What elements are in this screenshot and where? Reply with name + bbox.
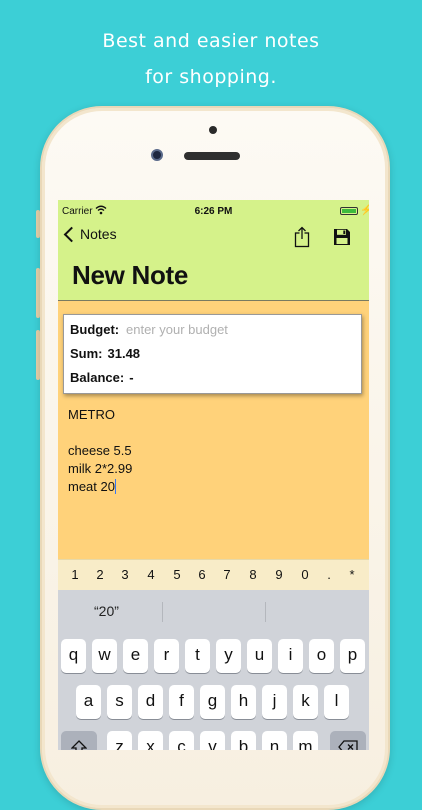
key-n[interactable]: n	[262, 731, 287, 750]
keyboard: “20” q w e r t y u i o p a s d f g h j k…	[58, 590, 369, 750]
key-f[interactable]: f	[169, 685, 194, 719]
suggestion-divider	[265, 602, 266, 622]
note-line	[68, 424, 358, 442]
number-key[interactable]: 2	[93, 567, 107, 582]
decimal-key[interactable]: .	[322, 567, 336, 582]
text-caret	[114, 479, 117, 494]
number-key[interactable]: 3	[118, 567, 132, 582]
key-o[interactable]: o	[309, 639, 334, 673]
earpiece-speaker	[184, 152, 240, 160]
chevron-left-icon	[63, 226, 80, 243]
note-line: cheese 5.5	[68, 443, 132, 458]
backspace-icon	[338, 740, 358, 750]
number-key[interactable]: 6	[195, 567, 209, 582]
number-key[interactable]: 9	[272, 567, 286, 582]
back-button[interactable]: Notes	[63, 226, 117, 243]
note-line: METRO	[68, 407, 115, 422]
number-key[interactable]: 7	[220, 567, 234, 582]
suggestion-divider	[162, 602, 163, 622]
key-u[interactable]: u	[247, 639, 272, 673]
key-a[interactable]: a	[76, 685, 101, 719]
suggestion-item[interactable]: “20”	[94, 603, 119, 619]
charging-bolt-icon: ⚡	[360, 205, 369, 216]
key-d[interactable]: d	[138, 685, 163, 719]
budget-summary-card: Budget: Sum: 31.48 Balance:-	[63, 314, 362, 394]
key-r[interactable]: r	[154, 639, 179, 673]
balance-value: -	[129, 370, 134, 385]
budget-input[interactable]	[126, 319, 326, 339]
key-i[interactable]: i	[278, 639, 303, 673]
back-button-label: Notes	[80, 226, 117, 242]
key-g[interactable]: g	[200, 685, 225, 719]
proximity-sensor	[209, 126, 217, 134]
battery-icon	[340, 207, 358, 215]
key-p[interactable]: p	[340, 639, 365, 673]
balance-label: Balance:	[70, 370, 125, 385]
key-t[interactable]: t	[185, 639, 210, 673]
status-bar: Carrier 6:26 PM ⚡	[58, 205, 369, 219]
front-camera	[151, 149, 163, 161]
key-s[interactable]: s	[107, 685, 132, 719]
key-b[interactable]: b	[231, 731, 256, 750]
key-m[interactable]: m	[293, 731, 318, 750]
note-line: meat 20	[68, 479, 115, 494]
note-line-last: meat 20	[68, 478, 358, 496]
key-v[interactable]: v	[200, 731, 225, 750]
key-z[interactable]: z	[107, 731, 132, 750]
key-l[interactable]: l	[324, 685, 349, 719]
key-j[interactable]: j	[262, 685, 287, 719]
phone-screen: Carrier 6:26 PM ⚡ Notes New Note Budget:…	[58, 200, 369, 750]
budget-label: Budget:	[70, 322, 120, 337]
delete-key[interactable]	[330, 731, 366, 750]
floppy-disk-icon[interactable]	[333, 228, 351, 246]
key-k[interactable]: k	[293, 685, 318, 719]
sum-row: Sum: 31.48	[70, 346, 140, 361]
sum-label: Sum:	[70, 346, 103, 361]
status-time: 6:26 PM	[194, 206, 233, 217]
shift-icon	[70, 740, 88, 750]
key-w[interactable]: w	[92, 639, 117, 673]
key-h[interactable]: h	[231, 685, 256, 719]
tagline-line-2: for shopping.	[145, 66, 277, 88]
key-e[interactable]: e	[123, 639, 148, 673]
tagline-line-1: Best and easier notes	[102, 30, 320, 52]
note-line: milk 2*2.99	[68, 461, 133, 476]
note-text-area[interactable]: METRO cheese 5.5 milk 2*2.99 meat 20	[68, 406, 358, 496]
predictive-bar: “20”	[58, 590, 369, 634]
key-q[interactable]: q	[61, 639, 86, 673]
key-x[interactable]: x	[138, 731, 163, 750]
nav-header: Carrier 6:26 PM ⚡ Notes New Note	[58, 200, 369, 301]
number-key[interactable]: 1	[68, 567, 82, 582]
share-icon[interactable]	[294, 226, 310, 248]
multiply-key[interactable]: *	[345, 567, 359, 582]
number-key[interactable]: 4	[144, 567, 158, 582]
number-key[interactable]: 5	[170, 567, 184, 582]
number-key[interactable]: 8	[246, 567, 260, 582]
key-y[interactable]: y	[216, 639, 241, 673]
shift-key[interactable]	[61, 731, 97, 750]
sum-value: 31.48	[107, 346, 141, 361]
number-shortcut-bar: 1 2 3 4 5 6 7 8 9 0 . *	[58, 559, 369, 590]
number-key[interactable]: 0	[298, 567, 312, 582]
page-title: New Note	[72, 260, 189, 290]
balance-row: Balance: -	[70, 370, 134, 385]
key-c[interactable]: c	[169, 731, 194, 750]
